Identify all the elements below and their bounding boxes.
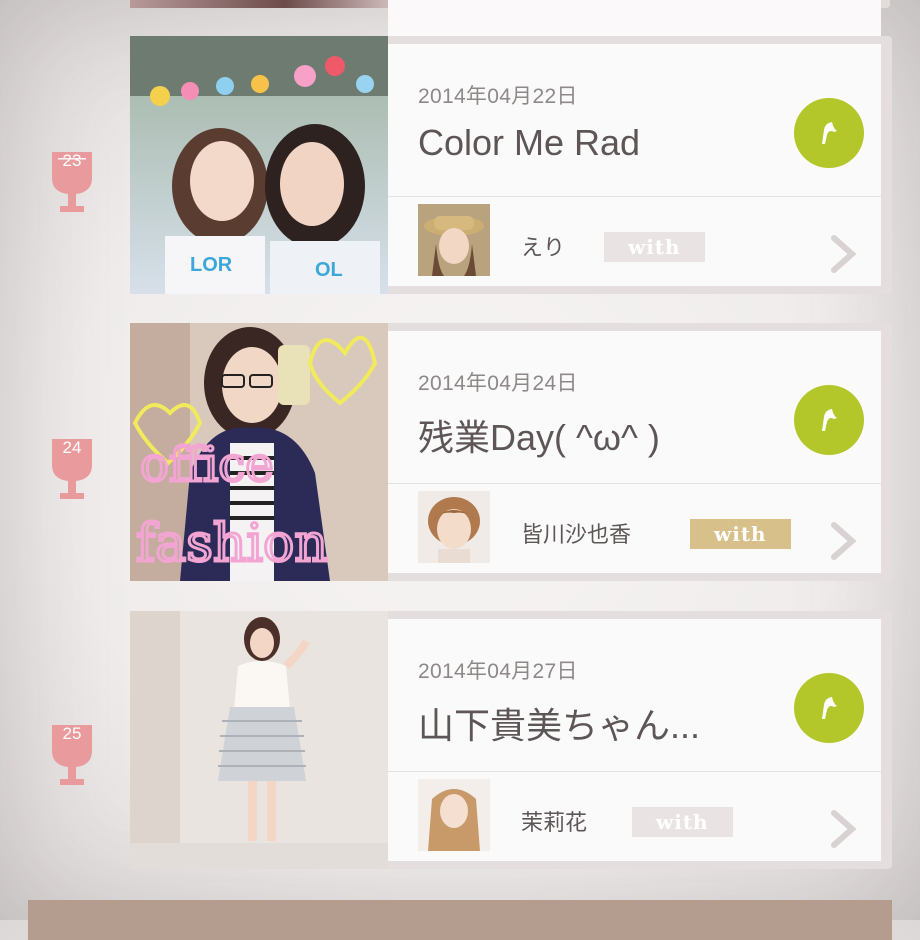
entry-title[interactable]: 山下貴美ちゃん...: [418, 697, 700, 749]
chevron-right-icon[interactable]: [828, 234, 858, 278]
entry-photo[interactable]: LOR OL: [130, 36, 388, 294]
rank-badge: 24: [48, 435, 96, 505]
with-tag: with: [690, 519, 791, 549]
high-heel-icon[interactable]: [794, 673, 864, 743]
rank-badge: 25: [48, 721, 96, 791]
high-heel-icon[interactable]: [794, 385, 864, 455]
partner-name[interactable]: えり: [521, 230, 565, 262]
with-tag: with: [632, 807, 733, 837]
entry-detail-panel: 2014年04月24日 残業Day( ^ω^ ) 皆川沙也香 with: [388, 331, 881, 573]
entry-detail-panel: 2014年04月22日 Color Me Rad えり with: [388, 44, 881, 286]
entry-card[interactable]: LOR OL 2014年04月22日 Color Me Rad えり with: [130, 36, 892, 294]
chevron-right-icon[interactable]: [828, 521, 858, 565]
partner-name[interactable]: 茉莉花: [521, 805, 587, 837]
avatar[interactable]: [418, 491, 490, 563]
entry-photo[interactable]: office fashion: [130, 323, 388, 581]
footer-bar[interactable]: [28, 900, 892, 940]
svg-text:LOR: LOR: [190, 254, 233, 276]
chevron-right-icon[interactable]: [828, 809, 858, 853]
avatar[interactable]: [418, 204, 490, 276]
entry-card[interactable]: office fashion 2014年04月24日 残業Day( ^ω^ ): [130, 323, 892, 581]
ranking-entry: 24 office fashion 2014年04月24日 残業Day(^ω^…: [0, 323, 920, 581]
avatar[interactable]: [418, 779, 490, 851]
entry-date: 2014年04月24日: [418, 372, 578, 395]
svg-text:OL: OL: [315, 259, 343, 281]
rank-number: 25: [62, 724, 82, 743]
svg-text:office: office: [140, 437, 274, 493]
divider: [388, 483, 881, 484]
rank-number: 23: [62, 151, 82, 170]
ranking-entry: 23 LOR OL 2014年04月22日 Color Me Rad えり wi…: [0, 36, 920, 294]
previous-entry-photo: [130, 0, 388, 8]
entry-date: 2014年04月22日: [418, 85, 578, 108]
rank-number: 24: [62, 438, 82, 457]
with-tag: with: [604, 232, 705, 262]
divider: [388, 771, 881, 772]
divider: [388, 196, 881, 197]
entry-date: 2014年04月27日: [418, 660, 578, 683]
entry-card[interactable]: 2014年04月27日 山下貴美ちゃん... 茉莉花 with: [130, 611, 892, 869]
entry-photo[interactable]: [130, 611, 388, 869]
high-heel-icon[interactable]: [794, 98, 864, 168]
previous-entry-card[interactable]: [130, 0, 890, 212]
entry-detail-panel: 2014年04月27日 山下貴美ちゃん... 茉莉花 with: [388, 619, 881, 861]
entry-title[interactable]: 残業Day( ^ω^ ): [418, 409, 660, 461]
partner-name[interactable]: 皆川沙也香: [521, 517, 631, 549]
entry-title[interactable]: Color Me Rad: [418, 122, 640, 164]
ranking-entry: 25 2014年04月27日 山下貴美ちゃん... 茉莉花 with: [0, 611, 920, 869]
svg-text:fashion: fashion: [136, 514, 328, 574]
rank-badge: 23: [48, 148, 96, 218]
